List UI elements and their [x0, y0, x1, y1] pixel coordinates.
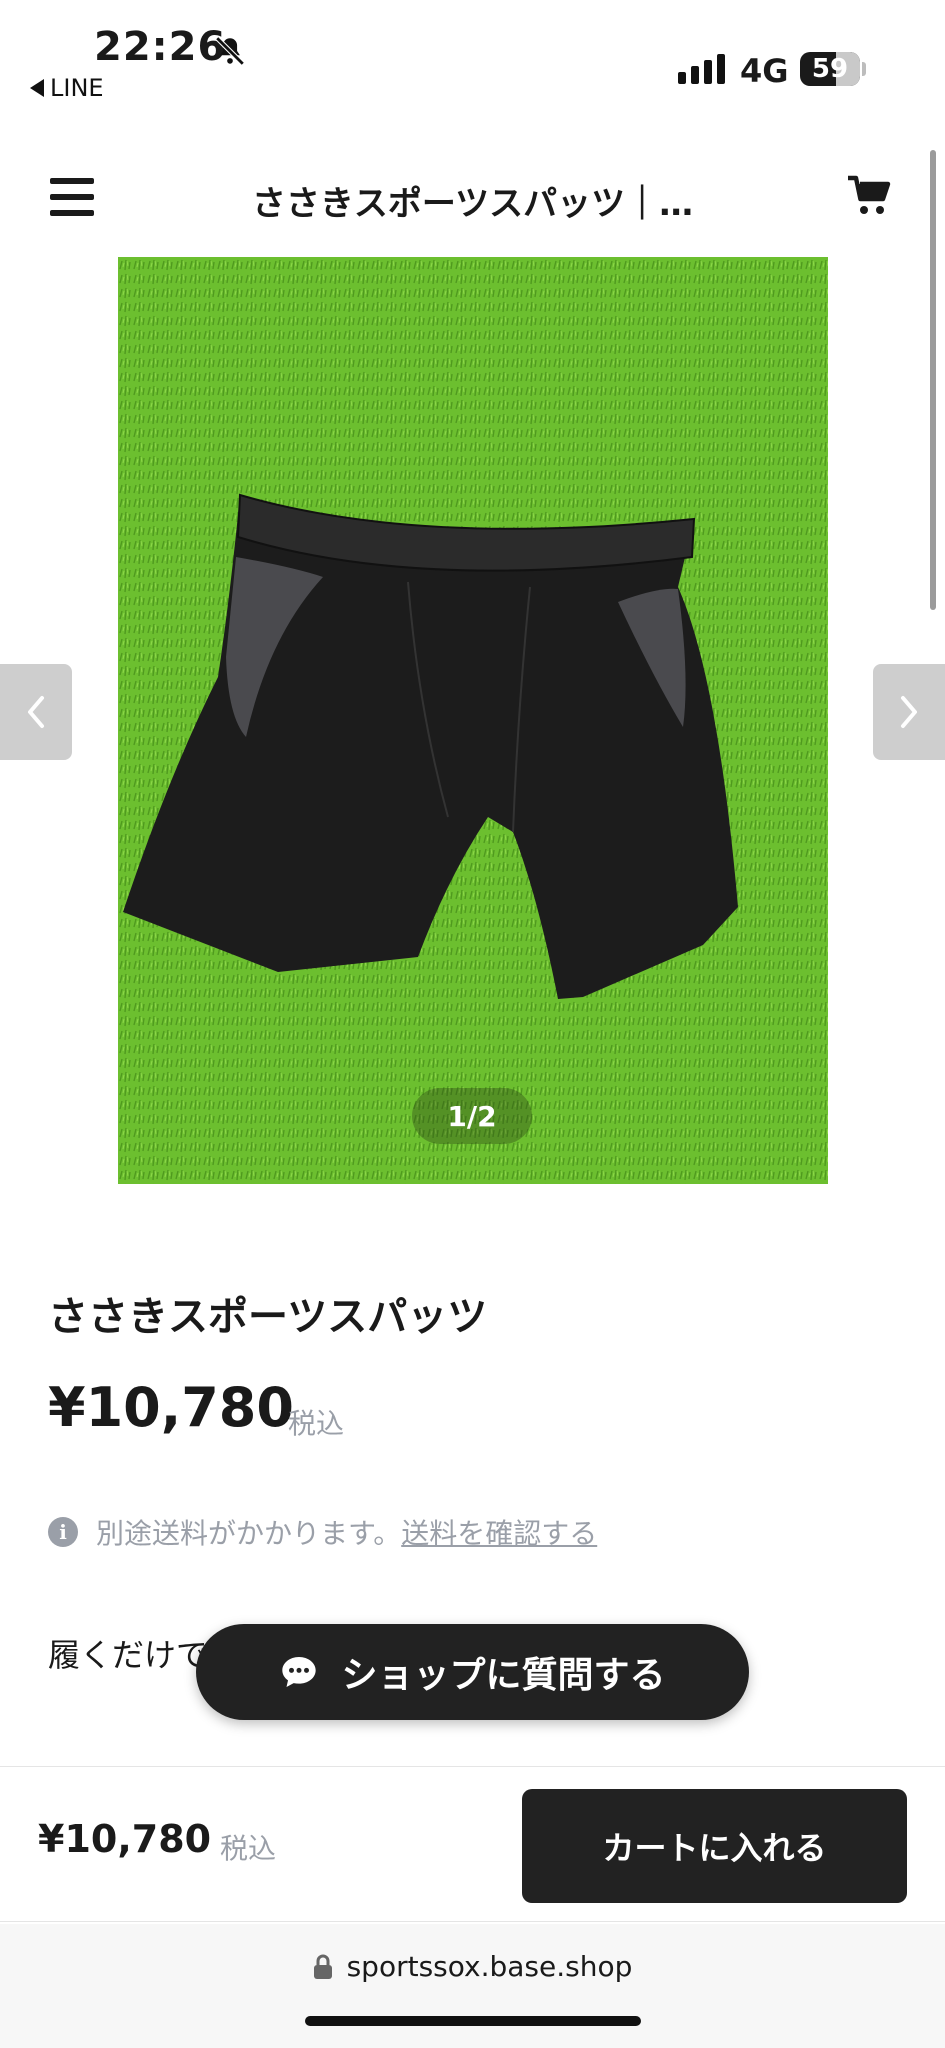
ask-shop-label: ショップに質問する [341, 1655, 666, 1696]
next-image-button[interactable] [873, 664, 945, 760]
tax-label: 税込 [288, 1407, 345, 1440]
shipping-note: i 別途送料がかかります。送料を確認する [48, 1512, 597, 1552]
add-to-cart-button[interactable]: カートに入れる [522, 1789, 907, 1903]
product-photo [118, 257, 828, 1184]
prev-image-button[interactable] [0, 664, 72, 760]
back-arrow-icon [30, 79, 44, 97]
chat-bubble-icon [282, 1657, 317, 1687]
cart-icon[interactable] [846, 172, 894, 220]
battery-nub [862, 62, 866, 76]
battery-icon: 59 [800, 52, 860, 86]
lock-icon [313, 1954, 332, 1979]
product-title: ささきスポーツスパッツ [48, 1294, 488, 1340]
product-image[interactable] [118, 257, 828, 1184]
buybar-price: ¥10,780 [38, 1817, 212, 1861]
chevron-right-icon [901, 696, 917, 728]
buybar-tax-label: 税込 [220, 1832, 277, 1865]
back-app-label: LINE [50, 74, 104, 102]
scrollbar[interactable] [930, 150, 936, 610]
shipping-note-text: 別途送料がかかります。 [96, 1517, 402, 1550]
page-title: ささきスポーツスパッツ｜… [251, 184, 694, 224]
image-counter: 1/2 [412, 1088, 532, 1144]
bell-slash-icon [215, 36, 245, 66]
browser-url-bar[interactable]: sportssox.base.shop [0, 1924, 945, 2048]
signal-icon [678, 54, 725, 84]
product-description: 履くだけで [48, 1636, 209, 1674]
back-to-app-link[interactable]: LINE [30, 74, 104, 102]
ask-shop-button[interactable]: ショップに質問する [196, 1624, 749, 1720]
shipping-link[interactable]: 送料を確認する [401, 1517, 597, 1550]
url-text: sportssox.base.shop [346, 1950, 633, 1983]
home-indicator[interactable] [305, 2016, 641, 2026]
menu-icon[interactable] [50, 178, 94, 216]
battery-level: 59 [811, 54, 849, 84]
chevron-left-icon [28, 696, 44, 728]
purchase-bar: ¥10,780 税込 カートに入れる [0, 1766, 945, 1922]
product-price: ¥10,780 [48, 1376, 294, 1439]
info-icon: i [48, 1517, 78, 1547]
status-time: 22:26 [94, 24, 227, 70]
network-type: 4G [740, 52, 789, 90]
